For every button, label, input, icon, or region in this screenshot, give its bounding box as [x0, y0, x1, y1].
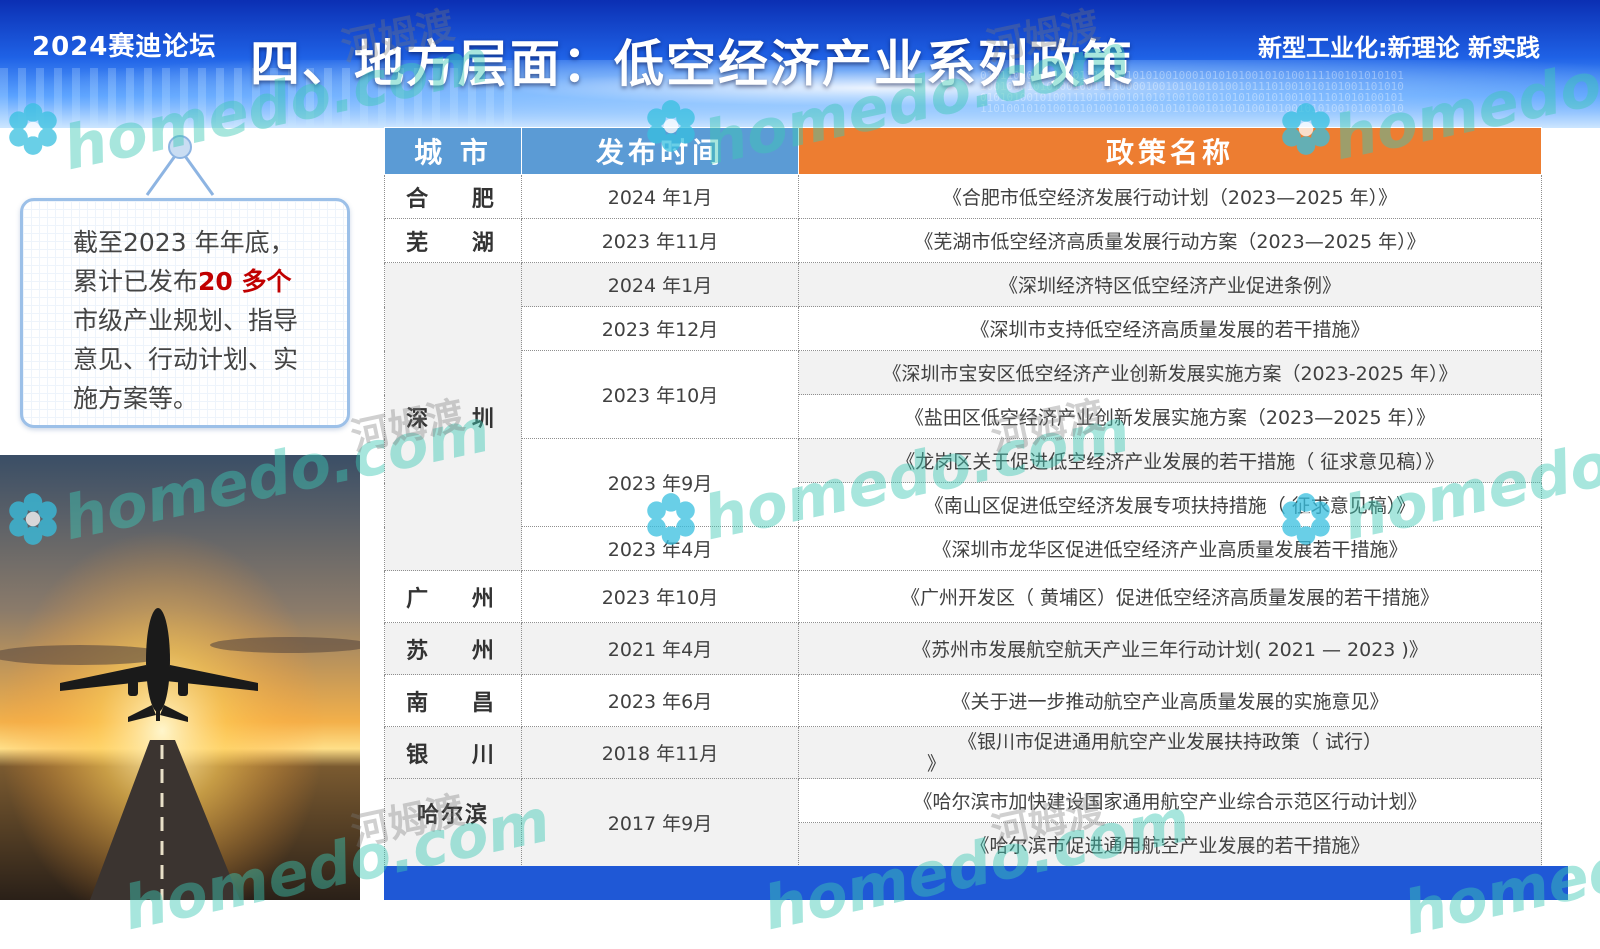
table-row: 2023 年9月 《龙岗区关于促进低空经济产业发展的若干措施（ 征求意见稿）》 — [385, 438, 1542, 527]
date-cell: 2023 年12月 — [521, 306, 799, 351]
table-row: 2023 年10月 《深圳市宝安区低空经济产业创新发展实施方案（2023-202… — [385, 350, 1542, 439]
table-row: 2023 年4月 《深圳市龙华区促进低空经济产业高质量发展若干措施》 — [385, 526, 1542, 571]
page-title: 四、地方层面：低空经济产业系列政策 — [250, 35, 1134, 93]
date-cell: 2018 年11月 — [521, 726, 799, 779]
policy-cell: 《深圳经济特区低空经济产业促进条例》 — [798, 262, 1542, 307]
table-row: 2023 年12月 《深圳市支持低空经济高质量发展的若干措施》 — [385, 306, 1542, 351]
policy-cell: 《龙岗区关于促进低空经济产业发展的若干措施（ 征求意见稿）》 — [798, 438, 1542, 483]
date-cell: 2023 年4月 — [521, 526, 799, 571]
date-cell: 2023 年10月 — [521, 570, 799, 623]
table-row: 南 昌 2023 年6月 《关于进一步推动航空产业高质量发展的实施意见》 — [384, 674, 1542, 727]
date-cell: 2023 年6月 — [521, 674, 799, 727]
policy-cell: 《广州开发区（ 黄埔区）促进低空经济高质量发展的若干措施》 — [798, 570, 1542, 623]
policy-cell: 《合肥市低空经济发展行动计划（2023—2025 年）》 — [798, 174, 1542, 219]
table-row: 合 肥 2024 年1月 《合肥市低空经济发展行动计划（2023—2025 年）… — [384, 174, 1542, 219]
summary-line-4: 意见、行动计划、实 — [73, 345, 299, 374]
city-cell: 银 川 — [384, 726, 522, 779]
summary-text: 截至2023 年年底， 累计已发布20 多个 市级产业规划、指导 意见、行动计划… — [73, 223, 333, 418]
header-policy: 政策名称 — [798, 127, 1542, 175]
policy-cell-line-2: 》 — [927, 752, 947, 775]
table-row: 银 川 2018 年11月 《银川市促进通用航空产业发展扶持政策（ 试行） 》 — [384, 726, 1542, 779]
summary-line-1: 截至2023 年年底， — [73, 228, 295, 257]
date-cell: 2021 年4月 — [521, 622, 799, 675]
policy-cell: 《哈尔滨市加快建设国家通用航空产业综合示范区行动计划》 — [798, 778, 1542, 823]
policy-cell: 《关于进一步推动航空产业高质量发展的实施意见》 — [798, 674, 1542, 727]
policy-cell: 《深圳市龙华区促进低空经济产业高质量发展若干措施》 — [798, 526, 1542, 571]
slogan: 新型工业化:新理论 新实践 — [1258, 34, 1540, 62]
event-name: 2024赛迪论坛 — [32, 32, 217, 62]
policy-cell: 《哈尔滨市促进通用航空产业发展的若干措施》 — [798, 822, 1542, 867]
card-hanger-icon — [145, 135, 215, 196]
summary-card: 截至2023 年年底， 累计已发布20 多个 市级产业规划、指导 意见、行动计划… — [20, 198, 350, 428]
policy-cell-line-1: 《银川市促进通用航空产业发展扶持政策（ 试行） — [957, 730, 1383, 753]
city-cell: 芜 湖 — [384, 218, 522, 263]
header-banner: 0101101010010001110010101010010001010101… — [0, 0, 1600, 128]
table-header-row: 城 市 发布时间 政策名称 — [384, 127, 1542, 175]
date-cell: 2017 年9月 — [521, 778, 799, 867]
city-cell: 南 昌 — [384, 674, 522, 727]
table-row: 哈尔滨 2017 年9月 《哈尔滨市加快建设国家通用航空产业综合示范区行动计划》 — [384, 778, 1542, 867]
policy-cell: 《南山区促进低空经济发展专项扶持措施（ 征求意见稿）》 — [798, 482, 1542, 527]
city-cell: 苏 州 — [384, 622, 522, 675]
table-row: 苏 州 2021 年4月 《苏州市发展航空航天产业三年行动计划( 2021 — … — [384, 622, 1542, 675]
policy-cell: 《银川市促进通用航空产业发展扶持政策（ 试行） 》 — [798, 726, 1542, 779]
policy-table: 城 市 发布时间 政策名称 合 肥 2024 年1月 《合肥市低空经济发展行动计… — [384, 127, 1542, 867]
header-date: 发布时间 — [521, 127, 799, 175]
date-cell: 2023 年11月 — [521, 218, 799, 263]
policy-cell: 《苏州市发展航空航天产业三年行动计划( 2021 — 2023 )》 — [798, 622, 1542, 675]
date-cell: 2024 年1月 — [521, 174, 799, 219]
date-cell: 2024 年1月 — [521, 262, 799, 307]
summary-line-2-prefix: 累计已发布 — [73, 267, 199, 296]
footer-bar — [384, 866, 1568, 900]
policy-cell: 《芜湖市低空经济高质量发展行动方案（2023—2025 年）》 — [798, 218, 1542, 263]
city-cell: 哈尔滨 — [384, 778, 522, 867]
policy-cell: 《盐田区低空经济产业创新发展实施方案（2023—2025 年）》 — [798, 394, 1542, 439]
summary-line-2: 累计已发布20 多个 — [73, 262, 333, 301]
summary-highlight-count: 20 多个 — [198, 267, 292, 296]
table-row: 广 州 2023 年10月 《广州开发区（ 黄埔区）促进低空经济高质量发展的若干… — [384, 570, 1542, 623]
date-cell: 2023 年9月 — [521, 438, 799, 527]
table-row: 深 圳 2024 年1月 《深圳经济特区低空经济产业促进条例》 — [384, 262, 1542, 571]
date-cell: 2023 年10月 — [521, 350, 799, 439]
airplane-takeoff-photo — [0, 455, 360, 900]
city-cell: 合 肥 — [384, 174, 522, 219]
summary-line-3: 市级产业规划、指导 — [73, 306, 299, 335]
policy-cell: 《深圳市支持低空经济高质量发展的若干措施》 — [798, 306, 1542, 351]
summary-line-5: 施方案等。 — [73, 384, 199, 413]
city-cell: 广 州 — [384, 570, 522, 623]
table-row: 芜 湖 2023 年11月 《芜湖市低空经济高质量发展行动方案（2023—202… — [384, 218, 1542, 263]
city-cell: 深 圳 — [384, 262, 522, 571]
policy-cell: 《深圳市宝安区低空经济产业创新发展实施方案（2023-2025 年）》 — [798, 350, 1542, 395]
header-city: 城 市 — [384, 127, 522, 175]
